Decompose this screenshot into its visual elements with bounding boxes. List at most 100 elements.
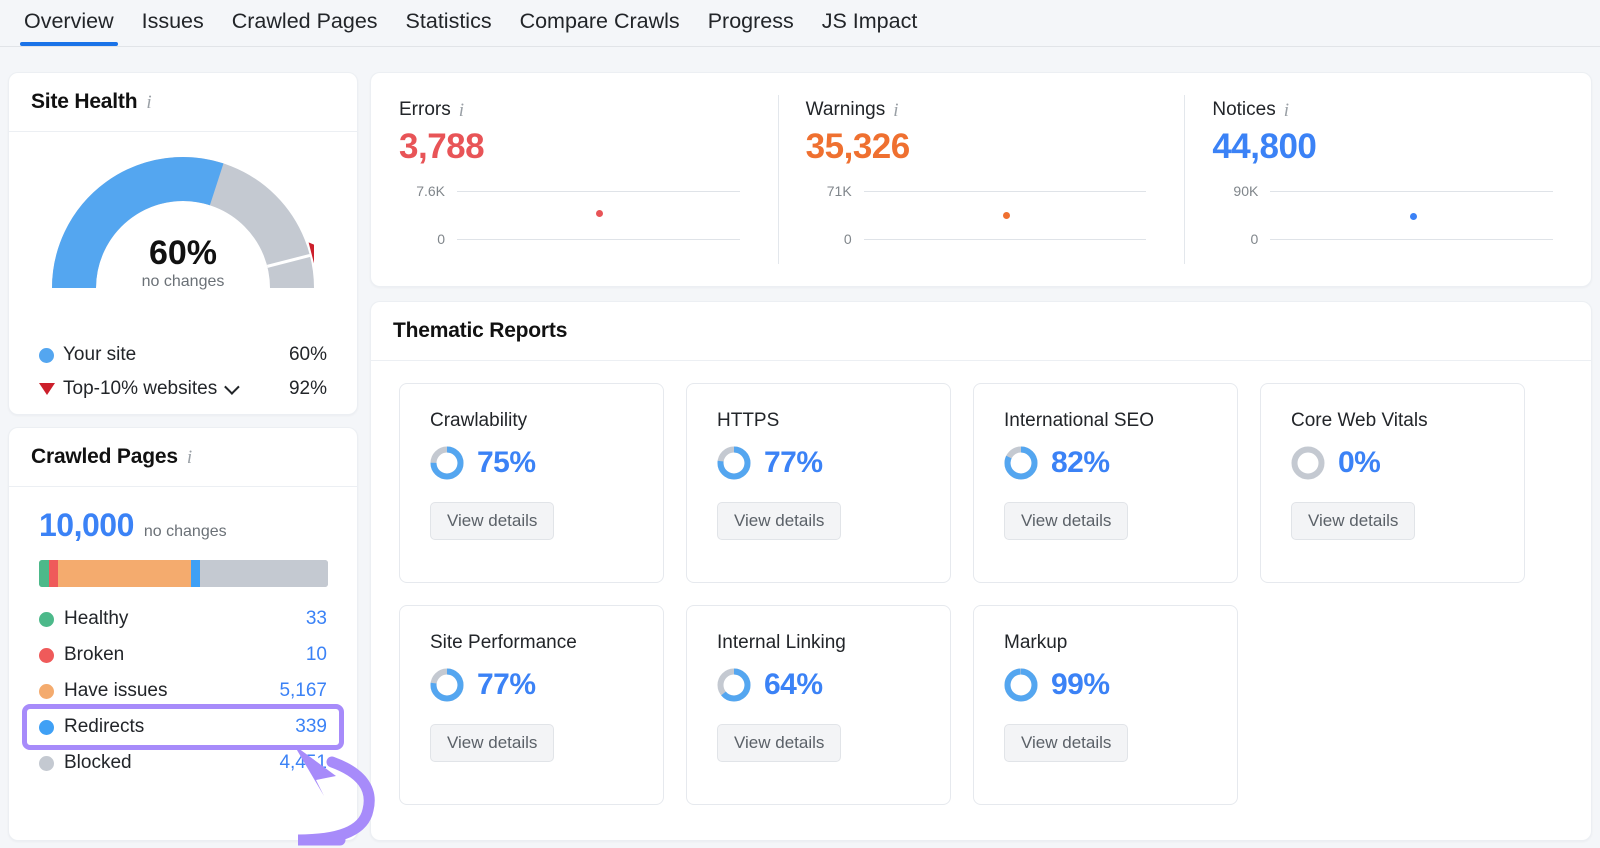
crawled-pages-row-broken[interactable]: Broken 10 bbox=[39, 637, 327, 673]
sparkline-axis-min: 0 bbox=[1250, 231, 1259, 247]
thematic-card-site-performance[interactable]: Site Performance 77% View details bbox=[399, 605, 664, 805]
sparkline-gridline bbox=[457, 191, 740, 192]
view-details-button[interactable]: View details bbox=[717, 502, 842, 540]
thematic-card-title: Site Performance bbox=[430, 632, 577, 653]
thematic-card-internal-linking[interactable]: Internal Linking 64% View details bbox=[686, 605, 951, 805]
sparkline-data-point bbox=[1409, 212, 1417, 220]
info-icon[interactable]: i bbox=[146, 93, 151, 112]
tab-statistics[interactable]: Statistics bbox=[392, 0, 506, 46]
thematic-reports-header: Thematic Reports bbox=[371, 302, 1591, 361]
legend-marker bbox=[39, 347, 63, 363]
site-health-gauge: 60% no changes bbox=[9, 154, 357, 314]
thematic-card-score: 77% bbox=[430, 668, 637, 702]
thematic-card-score: 75% bbox=[430, 446, 637, 480]
site-health-title: Site Health bbox=[31, 90, 138, 113]
site-health-header: Site Health i bbox=[9, 73, 357, 132]
sparkline-axis-max: 90K bbox=[1233, 183, 1259, 199]
row-value[interactable]: 339 bbox=[295, 716, 327, 738]
crawled-pages-row-redirects[interactable]: Redirects 339 bbox=[22, 704, 344, 750]
tab-overview[interactable]: Overview bbox=[10, 0, 128, 46]
crawled-pages-title: Crawled Pages bbox=[31, 445, 178, 468]
info-icon[interactable]: i bbox=[1284, 101, 1289, 120]
issue-header: Notices i bbox=[1212, 99, 1561, 121]
crawled-pages-row-have-issues[interactable]: Have issues 5,167 bbox=[39, 673, 327, 709]
thematic-card-score: 77% bbox=[717, 446, 924, 480]
row-value[interactable]: 10 bbox=[306, 644, 327, 666]
crawled-pages-count: 10,000 bbox=[39, 507, 134, 543]
issue-summary-grid: Errors i 3,788 7.6K 0 Warnings i 35,326 71K 0 Noti… bbox=[371, 73, 1591, 286]
legend-value: 92% bbox=[288, 378, 327, 399]
sparkline-axis-min: 0 bbox=[437, 231, 445, 247]
thematic-card-title: International SEO bbox=[1004, 410, 1154, 431]
status-dot-icon bbox=[39, 755, 54, 771]
row-value[interactable]: 4,451 bbox=[279, 752, 327, 774]
thematic-card-title: HTTPS bbox=[717, 410, 780, 431]
issue-sparkline: 90K 0 bbox=[1212, 183, 1561, 249]
sparkline-gridline bbox=[1270, 239, 1554, 240]
thematic-card-percent: 82% bbox=[1051, 446, 1110, 479]
sparkline-gridline bbox=[1270, 191, 1554, 192]
row-value[interactable]: 5,167 bbox=[279, 680, 327, 702]
tab-js-impact[interactable]: JS Impact bbox=[808, 0, 932, 46]
issue-label: Warnings bbox=[805, 99, 886, 120]
row-label: Have issues bbox=[64, 680, 168, 701]
row-value[interactable]: 33 bbox=[306, 608, 327, 630]
issue-header: Warnings i bbox=[806, 99, 1155, 121]
sparkline-data-point bbox=[1003, 212, 1011, 220]
thematic-card-score: 99% bbox=[1004, 668, 1211, 702]
view-details-button[interactable]: View details bbox=[1004, 502, 1129, 540]
info-icon[interactable]: i bbox=[459, 101, 464, 120]
tab-compare-crawls[interactable]: Compare Crawls bbox=[506, 0, 694, 46]
view-details-button[interactable]: View details bbox=[1291, 502, 1416, 540]
view-details-button[interactable]: View details bbox=[430, 724, 555, 762]
thematic-card-core-web-vitals[interactable]: Core Web Vitals 0% View details bbox=[1260, 383, 1525, 583]
view-details-button[interactable]: View details bbox=[717, 724, 842, 762]
donut-progress-icon bbox=[430, 446, 464, 480]
donut-progress-icon bbox=[717, 668, 751, 702]
crawled-pages-row-healthy[interactable]: Healthy 33 bbox=[39, 601, 327, 637]
bar-segment bbox=[49, 560, 59, 587]
circle-marker-icon bbox=[39, 347, 54, 363]
thematic-card-crawlability[interactable]: Crawlability 75% View details bbox=[399, 383, 664, 583]
view-details-button[interactable]: View details bbox=[430, 502, 555, 540]
issue-label: Errors bbox=[399, 99, 451, 120]
tab-progress[interactable]: Progress bbox=[694, 0, 808, 46]
view-details-button[interactable]: View details bbox=[1004, 724, 1129, 762]
info-icon[interactable]: i bbox=[187, 448, 192, 467]
issue-value[interactable]: 44,800 bbox=[1212, 127, 1561, 167]
tab-bar: Overview Issues Crawled Pages Statistics Com… bbox=[0, 0, 1600, 47]
thematic-card-title: Markup bbox=[1004, 632, 1068, 653]
donut-progress-icon bbox=[1291, 446, 1325, 480]
issue-value[interactable]: 3,788 bbox=[399, 127, 748, 167]
row-label: Redirects bbox=[64, 716, 145, 737]
thematic-card-score: 0% bbox=[1291, 446, 1498, 480]
issue-column-errors: Errors i 3,788 7.6K 0 bbox=[371, 73, 778, 286]
issue-summary-card: Errors i 3,788 7.6K 0 Warnings i 35,326 71K 0 Noti… bbox=[370, 72, 1592, 287]
crawled-pages-row-blocked[interactable]: Blocked 4,451 bbox=[39, 745, 327, 781]
crawled-pages-change: no changes bbox=[143, 523, 227, 540]
chevron-down-icon[interactable] bbox=[224, 379, 240, 395]
thematic-card-percent: 64% bbox=[764, 668, 823, 701]
tab-crawled-pages[interactable]: Crawled Pages bbox=[218, 0, 392, 46]
thematic-card-title: Crawlability bbox=[430, 410, 528, 431]
sparkline-axis-max: 7.6K bbox=[416, 183, 445, 199]
thematic-card-international-seo[interactable]: International SEO 82% View details bbox=[973, 383, 1238, 583]
sparkline-gridline bbox=[863, 239, 1147, 240]
bar-segment bbox=[58, 560, 192, 587]
info-icon[interactable]: i bbox=[893, 101, 898, 120]
thematic-card-https[interactable]: HTTPS 77% View details bbox=[686, 383, 951, 583]
row-label: Blocked bbox=[64, 752, 132, 773]
thematic-card-title: Core Web Vitals bbox=[1291, 410, 1428, 431]
issue-value[interactable]: 35,326 bbox=[806, 127, 1155, 167]
donut-progress-icon bbox=[717, 446, 751, 480]
site-health-legend: Your site 60% Top-10% websites 92% bbox=[39, 338, 327, 406]
thematic-card-markup[interactable]: Markup 99% View details bbox=[973, 605, 1238, 805]
legend-label: Your site bbox=[63, 344, 137, 365]
thematic-card-percent: 75% bbox=[477, 446, 536, 479]
bar-segment bbox=[191, 560, 200, 587]
issue-header: Errors i bbox=[399, 99, 748, 121]
status-dot-icon bbox=[39, 719, 54, 735]
gauge-center-label: 60% no changes bbox=[83, 235, 283, 291]
crawled-pages-card: Crawled Pages i 10,000 no changes Health… bbox=[8, 427, 358, 841]
tab-issues[interactable]: Issues bbox=[128, 0, 218, 46]
